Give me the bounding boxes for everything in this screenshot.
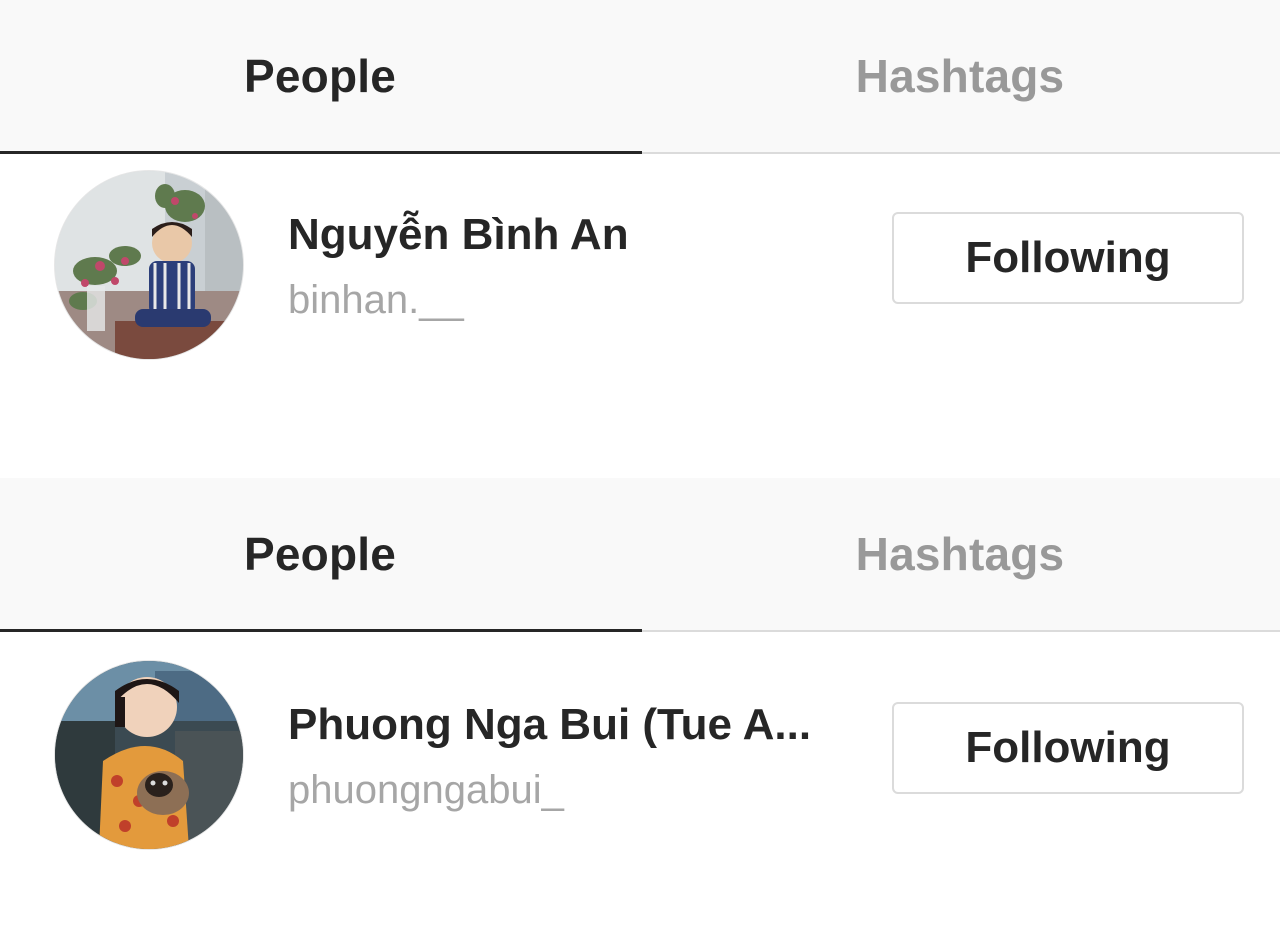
tab-bar: People Hashtags: [0, 478, 1280, 632]
username: binhan.__: [288, 278, 464, 322]
tab-people[interactable]: People: [0, 0, 640, 152]
user-result-row[interactable]: Phuong Nga Bui (Tue A... phuongngabui_ F…: [0, 656, 1280, 856]
tab-hashtags[interactable]: Hashtags: [640, 478, 1280, 630]
tab-people[interactable]: People: [0, 478, 640, 630]
username: phuongngabui_: [288, 768, 564, 812]
following-button[interactable]: Following: [892, 212, 1244, 304]
avatar[interactable]: [55, 171, 243, 359]
avatar[interactable]: [55, 661, 243, 849]
active-tab-indicator: [0, 629, 642, 632]
active-tab-indicator: [0, 151, 642, 154]
user-result-row[interactable]: Nguyễn Bình An binhan.__ Following: [0, 166, 1280, 366]
tab-bar: People Hashtags: [0, 0, 1280, 154]
avatar-photo: [55, 661, 243, 849]
tab-hashtags[interactable]: Hashtags: [640, 0, 1280, 152]
display-name[interactable]: Phuong Nga Bui (Tue A...: [288, 700, 811, 750]
search-results-panel-2: People Hashtags Phuong Nga Bui (Tue A...…: [0, 472, 1280, 944]
search-results-panel-1: People Hashtags Nguyễn Bình An binhan.__…: [0, 0, 1280, 472]
display-name[interactable]: Nguyễn Bình An: [288, 210, 629, 260]
avatar-photo: [55, 171, 243, 359]
following-button[interactable]: Following: [892, 702, 1244, 794]
